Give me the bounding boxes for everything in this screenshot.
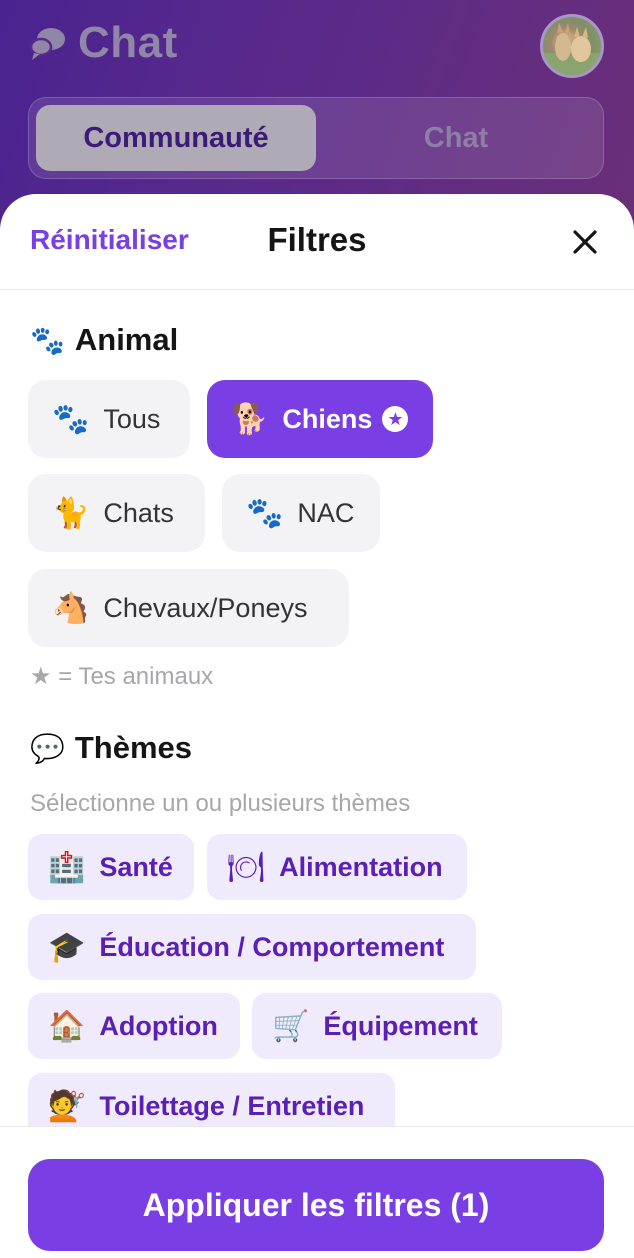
avatar[interactable]: [540, 14, 604, 78]
segment-chat[interactable]: Chat: [316, 105, 596, 171]
theme-chip-adoption[interactable]: 🏠 Adoption: [28, 993, 240, 1059]
chip-label: Santé: [99, 851, 173, 882]
plate-icon: 🍽: [227, 849, 266, 885]
paw-icon: 🐾: [30, 323, 65, 357]
graduation-cap-icon: 🎓: [48, 929, 86, 965]
segment-communaute[interactable]: Communauté: [36, 105, 316, 171]
star-icon: ★: [30, 662, 52, 690]
house-icon: 🏠: [48, 1008, 86, 1044]
sheet-title: Filtres: [267, 221, 367, 258]
segmented-control: Communauté Chat: [28, 97, 604, 179]
theme-chip-education[interactable]: 🎓 Éducation / Comportement: [28, 914, 476, 980]
animal-chip-chiens[interactable]: 🐕 Chiens ★: [207, 380, 433, 458]
shopping-cart-icon: 🛒: [272, 1008, 310, 1044]
chip-label: Éducation / Comportement: [99, 931, 445, 962]
chip-label: Chiens: [282, 403, 373, 434]
sheet-footer: Appliquer les filtres (1): [0, 1126, 634, 1258]
star-icon: ★: [382, 406, 409, 432]
horse-icon: 🐴: [52, 590, 90, 626]
dog-icon: 🐕: [231, 401, 269, 437]
chip-label: Toilettage / Entretien: [99, 1090, 365, 1121]
sheet-header: Réinitialiser Filtres: [0, 194, 634, 290]
cat-icon: 🐈: [52, 495, 90, 531]
chip-label: Alimentation: [279, 851, 443, 882]
close-icon[interactable]: [570, 227, 600, 257]
speech-bubble-icon: 💬: [30, 731, 65, 765]
chat-bubble-icon: [29, 28, 65, 60]
theme-chip-equipement[interactable]: 🛒 Équipement: [252, 993, 502, 1059]
chip-label: NAC: [297, 497, 355, 528]
animal-chip-tous[interactable]: 🐾 Tous: [28, 380, 190, 458]
chip-label: Chats: [103, 497, 174, 528]
filters-sheet: Réinitialiser Filtres 🐾 Animal 🐾 Tous 🐕 …: [0, 194, 634, 1258]
chip-label: Chevaux/Poneys: [103, 592, 308, 623]
theme-chip-alimentation[interactable]: 🍽 Alimentation: [207, 834, 467, 900]
chip-label: Équipement: [323, 1010, 478, 1041]
theme-chip-sante[interactable]: 🏥 Santé: [28, 834, 194, 900]
themes-section-label: Thèmes: [74, 730, 193, 765]
app-title-row: Chat: [28, 18, 178, 68]
haircut-icon: 💇: [48, 1088, 86, 1124]
themes-section-title: 💬 Thèmes: [30, 730, 192, 766]
themes-subtitle: Sélectionne un ou plusieurs thèmes: [30, 790, 411, 817]
animal-section-label: Animal: [74, 322, 179, 357]
app-title: Chat: [78, 18, 178, 67]
avatar-image: [543, 23, 601, 75]
animal-section-title: 🐾 Animal: [30, 322, 178, 358]
paw-icon: 🐾: [246, 495, 284, 531]
hospital-icon: 🏥: [48, 849, 86, 885]
animal-chip-chats[interactable]: 🐈 Chats: [28, 474, 205, 552]
chip-label: Tous: [103, 403, 161, 434]
animal-chip-chevaux[interactable]: 🐴 Chevaux/Poneys: [28, 569, 349, 647]
legend-text: = Tes animaux: [58, 663, 214, 690]
animals-legend: ★ = Tes animaux: [30, 662, 213, 691]
chip-label: Adoption: [99, 1010, 218, 1041]
animal-chip-nac[interactable]: 🐾 NAC: [222, 474, 380, 552]
apply-filters-button[interactable]: Appliquer les filtres (1): [28, 1159, 604, 1251]
paw-icon: 🐾: [52, 401, 90, 437]
